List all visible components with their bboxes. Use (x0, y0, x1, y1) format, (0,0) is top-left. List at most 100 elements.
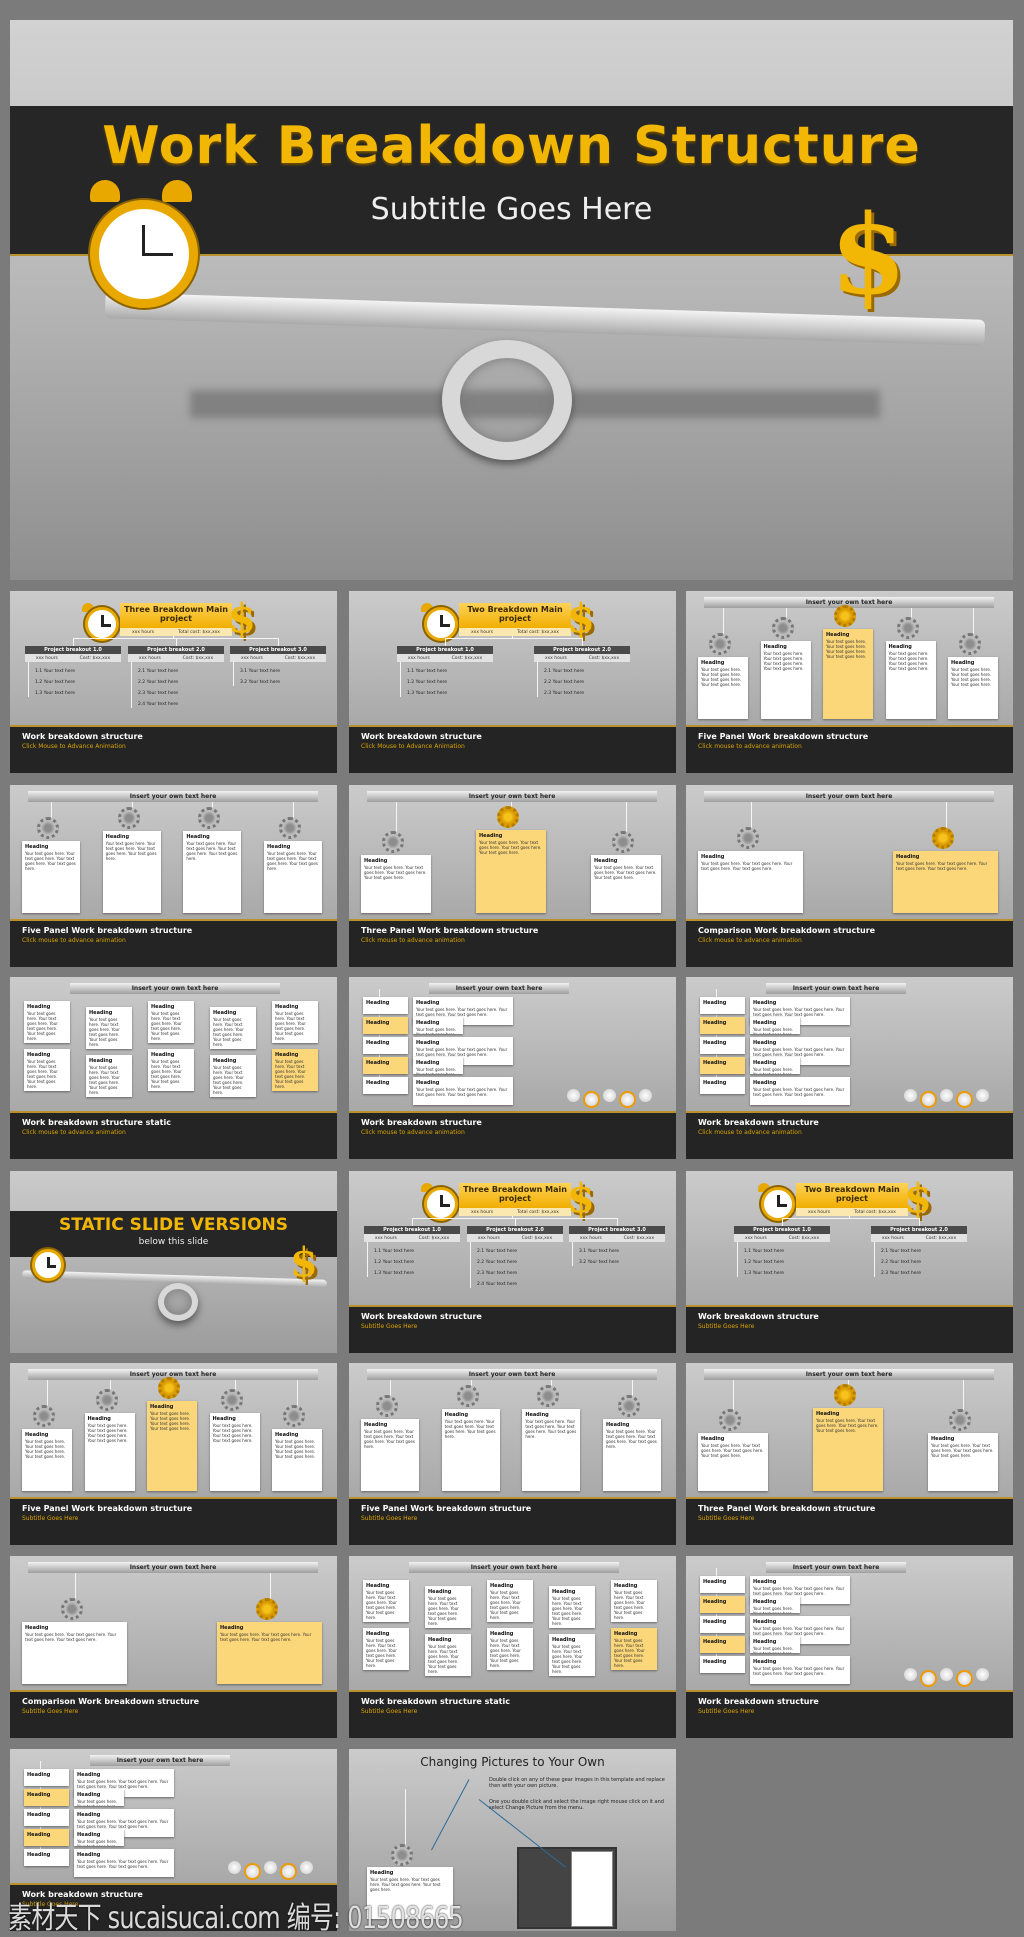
dollar-sign-icon: $ (228, 595, 256, 642)
footer-subtitle: Subtitle Goes Here (22, 1708, 79, 1715)
task-item: 1.3 Your text here (35, 691, 76, 696)
panel-heading: Heading (703, 1619, 727, 1625)
presenter-figure-icon (976, 1668, 989, 1681)
seesaw-fulcrum (158, 1283, 198, 1321)
panel-text: Your text goes here. Your text goes here… (25, 851, 76, 871)
hours-label: xxx hours (471, 629, 494, 635)
slide-thumbnail[interactable]: Two Breakdown Main project xxx hours Total… (349, 591, 676, 773)
wbs-panel: HeadingYour text goes here. Your text go… (413, 1017, 463, 1034)
presenter-figure-icon (639, 1089, 652, 1102)
slide-thumbnail[interactable]: Insert your own text here Heading Your tex… (349, 1556, 676, 1738)
panel-text: Your text goes here. Your text goes here… (753, 1586, 845, 1596)
panel-text: Your text goes here. Your text goes here… (25, 1439, 66, 1459)
slide-thumbnail[interactable]: Insert your own text here Heading Your tex… (10, 1556, 337, 1738)
banner-text: Insert your own text here (704, 791, 994, 802)
project-breakout: Project breakout 1.0 xxx hours Cost: $xx,x… (397, 646, 493, 662)
panel-text: Your text goes here. Your text goes here… (428, 1596, 459, 1626)
footer-subtitle: Click Mouse to Advance Animation (22, 743, 126, 750)
task-item: 2.3 Your text here (477, 1271, 518, 1276)
slide-thumbnail[interactable]: Insert your own text here Heading Your tex… (349, 1363, 676, 1545)
slide-thumbnail[interactable]: Three Breakdown Main project xxx hours Tot… (349, 1171, 676, 1353)
gear-icon (279, 817, 301, 839)
slide-thumbnail[interactable]: Insert your own text here Heading Heading Y… (686, 1556, 1013, 1738)
panel-text: Your text goes here. Your text goes here… (77, 1839, 118, 1846)
panel-heading: Heading (151, 1052, 175, 1058)
main-project-stats: xxx hours Total cost: $xx,xxx (459, 1208, 571, 1216)
title-slide[interactable]: Work Breakdown Structure Subtitle Goes H… (10, 20, 1013, 580)
connector-line (73, 638, 74, 646)
panel-text: Your text goes here. Your text goes here… (366, 1638, 397, 1668)
instruction-bullet: One you double click and select the imag… (489, 1799, 664, 1811)
panel-heading: Heading (27, 1004, 51, 1010)
gear-icon (834, 605, 856, 627)
slide-thumbnail[interactable]: Insert your own text here Heading Your tex… (686, 591, 1013, 773)
cost-label: Cost: $xx,xxx (284, 655, 316, 661)
panel-text: Your text goes here. Your text goes here… (479, 840, 542, 855)
wbs-panel: HeadingYour text goes here. Your text go… (361, 1419, 419, 1491)
task-item: 3.1 Your text here (579, 1249, 620, 1254)
slide-thumbnail[interactable]: Insert your own text here Heading Your tex… (10, 785, 337, 967)
slide-title: Changing Pictures to Your Own (420, 1755, 605, 1769)
task-item: 1.2 Your text here (35, 680, 76, 685)
panel-text: Your text goes here. Your text goes here… (416, 1067, 457, 1074)
cost-label: Cost: $xx,xxx (925, 1235, 957, 1241)
slide-thumbnail[interactable]: Insert your own text here Heading Heading Y… (686, 977, 1013, 1159)
gear-icon (537, 1385, 560, 1407)
slide-thumbnail[interactable]: Two Breakdown Main project xxx hours Total… (686, 1171, 1013, 1353)
panel-heading: Heading (703, 1639, 727, 1645)
cost-label: Cost: $xx,xxx (182, 655, 214, 661)
panel-heading: Heading (366, 1040, 390, 1046)
context-menu (571, 1851, 613, 1927)
hours-label: xxx hours (132, 629, 155, 635)
task-item: 1.1 Your text here (407, 669, 448, 674)
main-project-stats: xxx hours Total cost: $xx,xxx (459, 628, 571, 636)
panel-heading: Heading (416, 1060, 440, 1066)
presenter-figure-icon (904, 1668, 917, 1681)
connector-line (470, 1242, 471, 1288)
slide-thumbnail[interactable]: Insert your own text here Heading Your tex… (10, 977, 337, 1159)
project-breakout: Project breakout 3.0 xxx hours Cost: $xx,x… (230, 646, 326, 662)
panel-heading: Heading (490, 1631, 514, 1637)
gear-icon (834, 1384, 856, 1406)
panel-heading: Heading (826, 632, 850, 638)
wbs-panel: Heading (700, 1616, 745, 1633)
project-breakout: Project breakout 1.0 xxx hours Cost: $xx,x… (734, 1226, 830, 1242)
main-project-stats: xxx hours Total cost: $xx,xxx (120, 628, 232, 636)
footer-subtitle: Subtitle Goes Here (698, 1708, 755, 1715)
connector-line (412, 1218, 413, 1226)
slide-thumbnail[interactable]: Three Breakdown Main project xxx hours Tot… (10, 591, 337, 773)
panel-heading: Heading (27, 1052, 51, 1058)
slide-thumbnail[interactable]: Insert your own text here Heading Your tex… (686, 1363, 1013, 1545)
wbs-panel: Heading (700, 1656, 745, 1673)
slide-thumbnail[interactable]: Insert your own text here Heading Your tex… (349, 785, 676, 967)
gear-icon (117, 807, 140, 829)
panel-heading: Heading (703, 1080, 727, 1086)
wbs-panel: HeadingYour text goes here. Your text go… (74, 1829, 124, 1846)
main-project-stats: xxx hours Total cost: $xx,xxx (796, 1208, 908, 1216)
connector-line (737, 1242, 738, 1277)
hours-label: xxx hours (138, 655, 161, 661)
slide-thumbnail[interactable]: Insert your own text here Heading Your tex… (686, 785, 1013, 967)
wbs-panel: Heading (700, 1596, 745, 1613)
panel-heading: Heading (27, 1812, 51, 1818)
footer-subtitle: Subtitle Goes Here (361, 1515, 418, 1522)
wbs-panel: HeadingYour text goes here. Your text go… (86, 1055, 132, 1097)
task-item: 2.1 Your text here (477, 1249, 518, 1254)
slide-thumbnail[interactable]: Insert your own text here Heading Heading Y… (349, 977, 676, 1159)
panel-heading: Heading (366, 1060, 390, 1066)
breakout-title: Project breakout 2.0 (871, 1226, 967, 1234)
panel-heading: Heading (416, 1080, 440, 1086)
wbs-panel: HeadingYour text goes here. Your text go… (885, 641, 936, 719)
footer-title: Work breakdown structure (698, 1312, 819, 1321)
slide-footer: Work breakdown structure static Click mou… (10, 1111, 337, 1159)
slide-thumbnail[interactable]: STATIC SLIDE VERSIONS below this slide $ (10, 1171, 337, 1353)
panel-heading: Heading (753, 1060, 777, 1066)
panel-text: Your text goes here. Your text goes here… (931, 1443, 994, 1458)
slide-thumbnail[interactable]: Insert your own text here Heading Your tex… (10, 1363, 337, 1545)
panel-text: Your text goes here. Your text goes here… (826, 639, 867, 659)
panel-heading: Heading (416, 1040, 440, 1046)
connector-line (173, 636, 174, 639)
wbs-panel: HeadingYour text goes here. Your text go… (147, 1401, 197, 1491)
panel-text: Your text goes here. Your text goes here… (220, 1632, 312, 1642)
wbs-panel: HeadingYour text goes here. Your text go… (413, 1077, 513, 1105)
